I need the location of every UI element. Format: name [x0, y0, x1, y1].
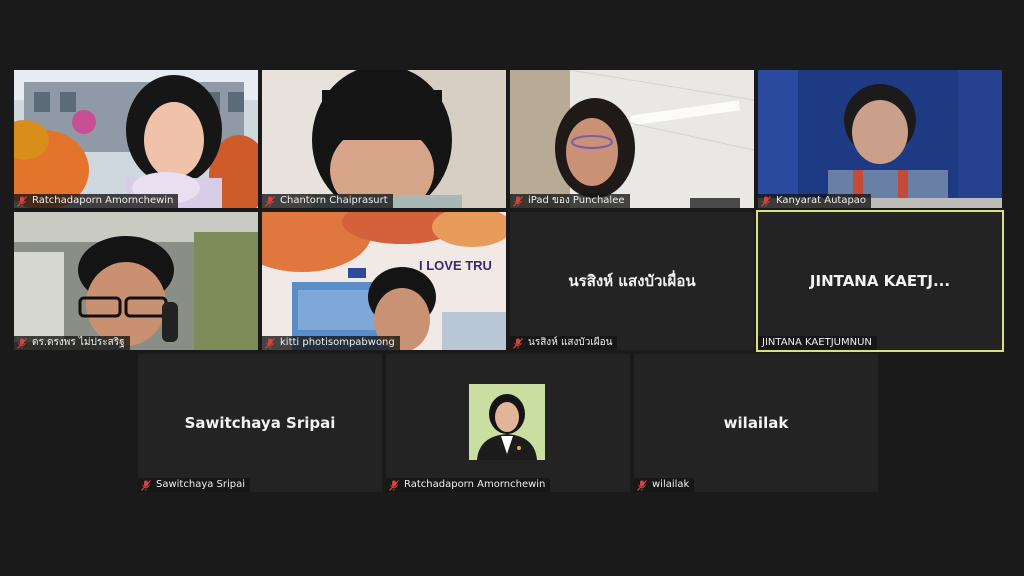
participant-name: Ratchadaporn Amornchewin [32, 195, 174, 206]
participant-name: ดร.ดรงพร ไม่ประสริฐ [32, 337, 125, 348]
gallery-view: Ratchadaporn Amornchewin Chantorn Chaipr… [0, 0, 1024, 576]
participant-name-label: Sawitchaya Sripai [138, 478, 251, 492]
participant-name-label: iPad ของ Punchalee [510, 194, 630, 208]
participant-tile[interactable]: iPad ของ Punchalee [510, 70, 754, 208]
participant-display-name: wilailak [723, 414, 789, 432]
participant-name: นรสิงห์ แสงบัวเผื่อน [528, 337, 613, 348]
participant-name-label: kitti photisompabwong [262, 336, 400, 350]
participant-name: Chantorn Chaiprasurt [280, 195, 388, 206]
participant-name-label: ดร.ดรงพร ไม่ประสริฐ [14, 336, 130, 350]
participant-display-name: JINTANA KAETJ... [809, 272, 951, 290]
participant-name-label: Ratchadaporn Amornchewin [14, 194, 179, 208]
participant-name-label: wilailak [634, 478, 695, 492]
participant-name: JINTANA KAETJUMNUN [762, 337, 872, 348]
participant-name: wilailak [652, 479, 690, 490]
video-feed [14, 70, 258, 208]
participant-name: Kanyarat Autapao [776, 195, 867, 206]
participant-tile[interactable]: Ratchadaporn Amornchewin [14, 70, 258, 208]
participant-tile[interactable]: Ratchadaporn Amornchewin [386, 354, 630, 492]
video-feed [758, 70, 1002, 208]
participant-name-label: Chantorn Chaiprasurt [262, 194, 393, 208]
participant-name: Sawitchaya Sripai [156, 479, 246, 490]
microphone-muted-icon [389, 479, 399, 491]
participant-tile[interactable]: ดร.ดรงพร ไม่ประสริฐ [14, 212, 258, 350]
microphone-muted-icon [761, 195, 771, 207]
participant-name: Ratchadaporn Amornchewin [404, 479, 546, 490]
microphone-muted-icon [637, 479, 647, 491]
participant-name-label: JINTANA KAETJUMNUN [758, 336, 877, 350]
microphone-muted-icon [17, 337, 27, 349]
profile-picture [469, 384, 545, 460]
participant-name-label: Kanyarat Autapao [758, 194, 872, 208]
microphone-muted-icon [513, 337, 523, 349]
background-slogan: I LOVE TRU [419, 258, 492, 273]
participant-tile[interactable]: Sawitchaya Sripai Sawitchaya Sripai [138, 354, 382, 492]
microphone-muted-icon [17, 195, 27, 207]
participant-tile[interactable]: นรสิงห์ แสงบัวเผื่อน นรสิงห์ แสงบัวเผื่อ… [510, 212, 754, 350]
video-feed [510, 70, 754, 208]
participant-name-label: Ratchadaporn Amornchewin [386, 478, 551, 492]
participant-tile[interactable]: I LOVE TRU kitti photisompabwong [262, 212, 506, 350]
participant-name: kitti photisompabwong [280, 337, 395, 348]
active-speaker-tile[interactable]: JINTANA KAETJ... JINTANA KAETJUMNUN [756, 210, 1004, 352]
participant-name: iPad ของ Punchalee [528, 195, 625, 206]
participant-display-name: Sawitchaya Sripai [184, 414, 336, 432]
participant-tile[interactable]: wilailak wilailak [634, 354, 878, 492]
participant-tile[interactable]: Chantorn Chaiprasurt [262, 70, 506, 208]
microphone-muted-icon [265, 337, 275, 349]
video-feed [262, 70, 506, 208]
video-feed [262, 212, 506, 350]
participant-tile[interactable]: Kanyarat Autapao [758, 70, 1002, 208]
microphone-muted-icon [265, 195, 275, 207]
participant-name-label: นรสิงห์ แสงบัวเผื่อน [510, 336, 618, 350]
microphone-muted-icon [141, 479, 151, 491]
video-feed [14, 212, 258, 350]
microphone-muted-icon [513, 195, 523, 207]
participant-display-name: นรสิงห์ แสงบัวเผื่อน [568, 272, 696, 290]
